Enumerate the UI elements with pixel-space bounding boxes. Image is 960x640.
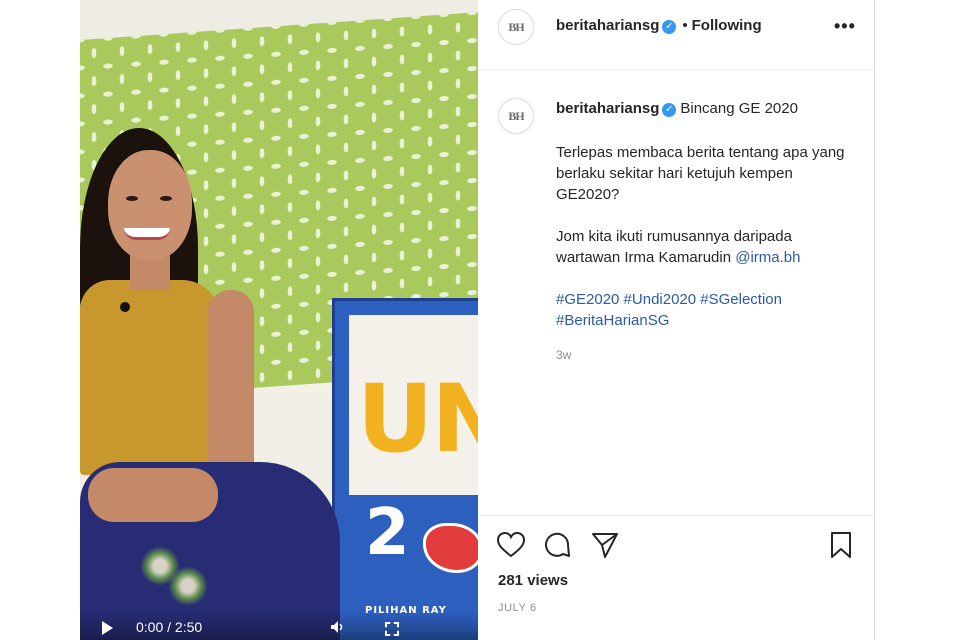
lapel-mic: [120, 302, 130, 312]
action-icons: [496, 530, 856, 560]
presenter-hands: [88, 468, 218, 522]
bookmark-icon[interactable]: [826, 530, 856, 560]
share-icon[interactable]: [590, 530, 620, 560]
video-time: 0:00 / 2:50: [136, 619, 203, 635]
avatar[interactable]: BH: [498, 9, 534, 45]
post-age[interactable]: 3w: [556, 348, 571, 362]
campaign-sign: UN 2 PILIHAN RAY: [332, 298, 478, 640]
video-player[interactable]: UN 2 PILIHAN RAY 0:00 / 2:50: [80, 0, 478, 640]
username-link[interactable]: beritahariansg: [556, 17, 659, 34]
heart-icon[interactable]: [496, 530, 526, 560]
caption-username[interactable]: beritahariansg: [556, 100, 659, 117]
caption-body: Terlepas membaca berita tentang apa yang…: [556, 142, 856, 331]
views-count[interactable]: 281 views: [498, 572, 568, 589]
post-panel: BH beritahariansg ✓ • Following ••• BH beri…: [478, 0, 875, 640]
fullscreen-icon[interactable]: [385, 622, 399, 636]
sign-text: UN: [357, 365, 478, 474]
presenter-smile: [124, 228, 170, 240]
hashtags-line[interactable]: #GE2020 #Undi2020 #SGelection: [556, 289, 856, 310]
caption-paragraph: Terlepas membaca berita tentang apa yang…: [556, 144, 845, 203]
post-header: BH beritahariansg ✓ • Following •••: [478, 0, 874, 70]
comment-icon[interactable]: [542, 530, 572, 560]
separator-dot: •: [682, 17, 688, 34]
more-options-icon[interactable]: •••: [834, 16, 856, 37]
caption-title: Bincang GE 2020: [680, 100, 798, 117]
following-button[interactable]: Following: [692, 17, 762, 34]
caption-paragraph: Jom kita ikuti rumusannya daripada warta…: [556, 226, 856, 268]
sign-number: 2: [365, 496, 410, 570]
map-graphic: [423, 523, 478, 573]
action-bar: 281 views JULY 6: [478, 515, 874, 640]
header-row: beritahariansg ✓ • Following: [556, 17, 762, 34]
skirt-flower: [168, 560, 208, 612]
presenter-face: [108, 150, 192, 260]
presenter-eye: [160, 196, 172, 201]
volume-icon[interactable]: [330, 620, 344, 634]
verified-badge-icon: ✓: [662, 103, 677, 117]
post-date: JULY 6: [498, 602, 537, 614]
verified-badge-icon: ✓: [662, 20, 677, 34]
mention-link[interactable]: @irma.bh: [735, 249, 800, 266]
avatar[interactable]: BH: [498, 98, 534, 134]
video-controls: 0:00 / 2:50: [80, 612, 478, 640]
play-icon[interactable]: [102, 621, 113, 635]
presenter-eye: [126, 196, 138, 201]
hashtags-line[interactable]: #BeritaHarianSG: [556, 310, 856, 331]
caption-header: beritahariansg ✓ Bincang GE 2020: [556, 100, 798, 117]
